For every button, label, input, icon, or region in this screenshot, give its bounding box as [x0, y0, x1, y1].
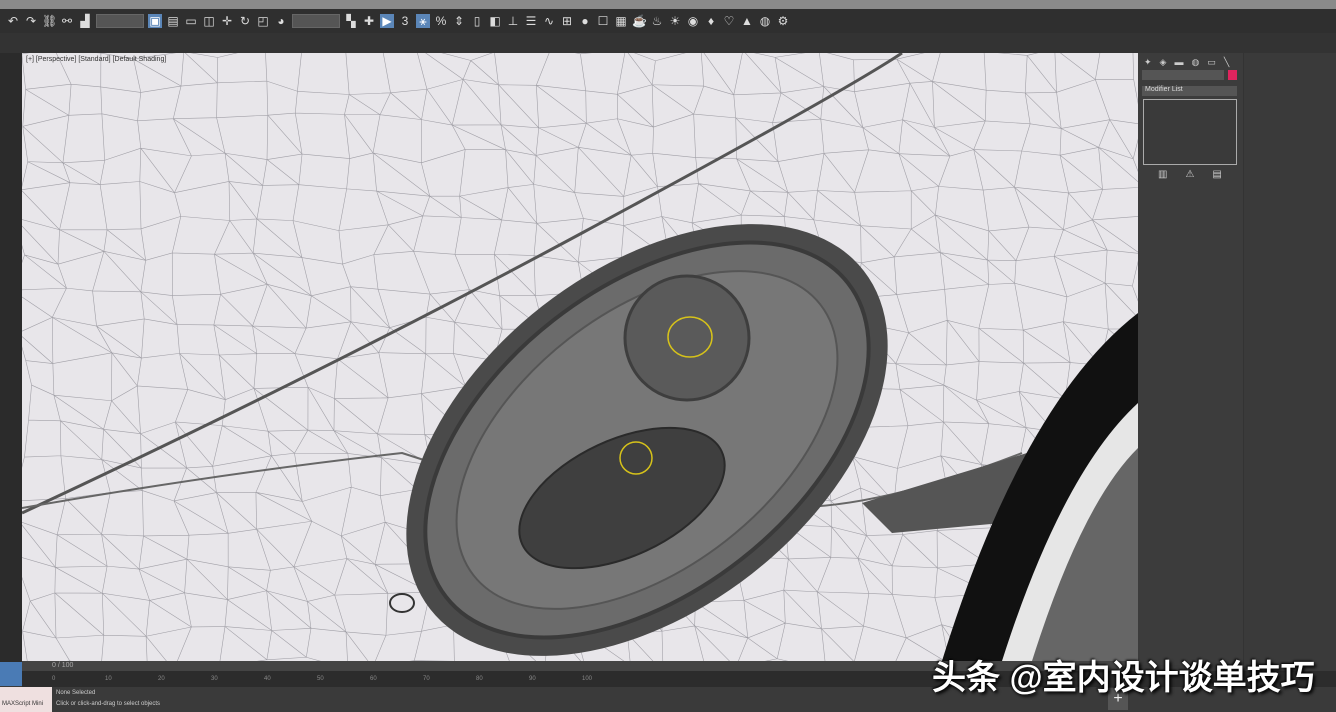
rectangular-selection-icon[interactable]: ▭ [184, 14, 198, 28]
object-name-field[interactable] [1142, 70, 1224, 80]
rotate-icon[interactable]: ↻ [238, 14, 252, 28]
render-frame-icon[interactable]: ▦ [614, 14, 628, 28]
viewport-label[interactable]: [+] [Perspective] [Standard] [Default Sh… [26, 56, 166, 63]
timeline-tick: 70 [423, 676, 430, 682]
show-end-result-icon[interactable]: ⚠ [1185, 169, 1194, 180]
spinner-snap-icon[interactable]: ⇕ [452, 14, 466, 28]
mirror-icon[interactable]: ◧ [488, 14, 502, 28]
command-panel: ✦ ◈ ▬ ◍ ▭ ╲ Modifier List ▥ ⚠ ▤ [1138, 53, 1243, 665]
selection-filter-dropdown[interactable] [96, 14, 144, 28]
right-panel [1243, 53, 1336, 665]
object-color-swatch[interactable] [1228, 70, 1237, 80]
undo-icon[interactable]: ↶ [6, 14, 20, 28]
select-object-icon[interactable]: ▣ [148, 14, 162, 28]
teapot-icon[interactable]: ♨ [650, 14, 664, 28]
timeline-tick: 100 [582, 676, 593, 682]
modifier-stack[interactable] [1143, 99, 1237, 165]
helper-icon[interactable]: ♦ [704, 14, 718, 28]
bind-space-warp-icon[interactable]: ▟ [78, 14, 92, 28]
timeline-tick: 60 [370, 676, 377, 682]
prompt-line: Click or click-and-drag to select object… [56, 701, 161, 707]
frame-display: 0 / 100 [52, 662, 74, 669]
timeline-tick: 30 [211, 676, 218, 682]
schematic-view-icon[interactable]: ⊞ [560, 14, 574, 28]
material-editor-icon[interactable]: ● [578, 14, 592, 28]
ribbon-tabs [0, 33, 1336, 43]
timeline-tick: 0 [52, 676, 56, 682]
selection-status: None Selected [56, 690, 96, 696]
timeline-tick: 40 [264, 676, 271, 682]
create-tab-icon[interactable]: ✦ [1144, 57, 1152, 68]
light-icon[interactable]: ☀ [668, 14, 682, 28]
window-crossing-icon[interactable]: ◫ [202, 14, 216, 28]
hierarchy-tab-icon[interactable]: ▬ [1174, 57, 1183, 68]
display-tab-icon[interactable]: ▭ [1207, 57, 1216, 68]
manipulate-icon[interactable]: ✚ [362, 14, 376, 28]
modifier-list-dropdown[interactable]: Modifier List [1142, 86, 1237, 96]
shape-icon[interactable]: ♡ [722, 14, 736, 28]
align-icon[interactable]: ⊥ [506, 14, 520, 28]
named-selection-icon[interactable]: ▯ [470, 14, 484, 28]
angle-snap-icon[interactable]: ⚹ [416, 14, 430, 28]
perspective-viewport[interactable]: [+] [Perspective] [Standard] [Default Sh… [22, 53, 1138, 661]
watermark: 头条 @室内设计谈单技巧 [932, 659, 1315, 697]
projector-lens [623, 274, 751, 402]
link-icon[interactable]: ⛓ [42, 14, 57, 28]
utilities-tab-icon[interactable]: ╲ [1224, 57, 1229, 68]
wireframe-car-headlight [22, 53, 1138, 661]
timeline-tick: 50 [317, 676, 324, 682]
pyramid-icon[interactable]: ▲ [740, 14, 754, 28]
timeline-tick: 10 [105, 676, 112, 682]
redo-icon[interactable]: ↷ [24, 14, 38, 28]
move-icon[interactable]: ✛ [220, 14, 234, 28]
main-toolbar: ↶ ↷ ⛓ ⚯ ▟ ▣ ▤ ▭ ◫ ✛ ↻ ◰ ◕ ▚ ✚ ▶ 3 ⚹ % ⇕ … [0, 9, 1336, 33]
motion-tab-icon[interactable]: ◍ [1191, 57, 1199, 68]
maxscript-listener[interactable]: MAXScript Mini [0, 687, 52, 712]
settings-icon[interactable]: ⚙ [776, 14, 790, 28]
modify-tab-icon[interactable]: ◈ [1160, 57, 1167, 68]
render-icon[interactable]: ☕ [632, 14, 647, 28]
timeline-tick: 20 [158, 676, 165, 682]
percent-snap-icon[interactable]: % [434, 14, 448, 28]
timeline-tick: 90 [529, 676, 536, 682]
pivot-icon[interactable]: ▚ [344, 14, 358, 28]
title-bar [0, 0, 1336, 9]
curve-editor-icon[interactable]: ∿ [542, 14, 556, 28]
sphere-icon[interactable]: ◉ [686, 14, 700, 28]
configure-sets-icon[interactable]: ▤ [1212, 169, 1221, 180]
snaps-toggle-icon[interactable]: 3 [398, 14, 412, 28]
viewport-layout-tab[interactable] [0, 662, 22, 686]
layer-explorer-icon[interactable]: ☰ [524, 14, 538, 28]
place-icon[interactable]: ◕ [274, 14, 288, 28]
globe-icon[interactable]: ◍ [758, 14, 772, 28]
scale-icon[interactable]: ◰ [256, 14, 270, 28]
select-by-name-icon[interactable]: ▤ [166, 14, 180, 28]
keyboard-shortcut-override-icon[interactable]: ▶ [380, 14, 394, 28]
ribbon-subbar [0, 43, 1336, 53]
unlink-icon[interactable]: ⚯ [60, 14, 74, 28]
timeline-tick: 80 [476, 676, 483, 682]
render-setup-icon[interactable]: ☐ [596, 14, 610, 28]
pin-stack-icon[interactable]: ▥ [1158, 169, 1167, 180]
reference-coordinate-dropdown[interactable] [292, 14, 340, 28]
left-toolbar [0, 53, 22, 665]
